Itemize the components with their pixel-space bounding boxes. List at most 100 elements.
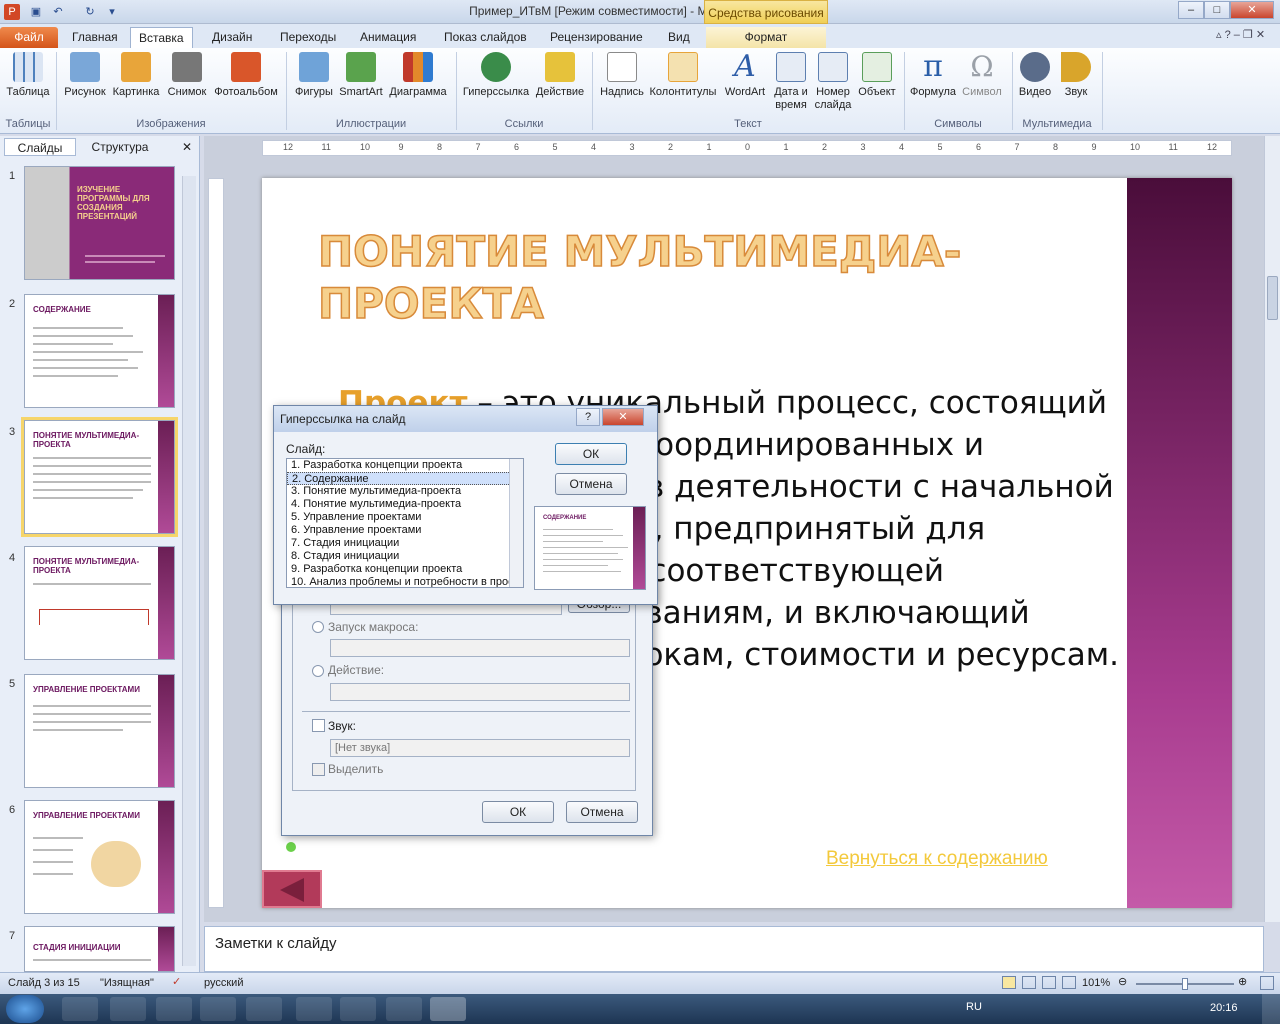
video-button[interactable]: Видео xyxy=(1014,52,1056,99)
dialog-close-button[interactable]: ✕ xyxy=(602,408,644,426)
tab-slides[interactable]: Слайды xyxy=(4,138,76,156)
textbox-button[interactable]: Надпись xyxy=(596,52,648,99)
slide-title[interactable]: Понятие мультимедиа-проекта xyxy=(317,226,1078,330)
link-cancel-button[interactable]: Отмена xyxy=(555,473,627,495)
list-item[interactable]: 5. Управление проектами xyxy=(287,511,523,524)
firefox-icon[interactable] xyxy=(200,997,236,1021)
tab-design[interactable]: Дизайн xyxy=(204,27,260,48)
chrome-icon[interactable] xyxy=(246,997,282,1021)
zoom-slider[interactable] xyxy=(1136,978,1234,990)
tab-insert[interactable]: Вставка xyxy=(130,27,193,48)
thumbnail-2[interactable]: СОДЕРЖАНИЕ xyxy=(24,294,175,408)
zoom-level[interactable]: 101% xyxy=(1082,977,1110,989)
normal-view-icon[interactable] xyxy=(1002,976,1016,989)
tab-format[interactable]: Формат xyxy=(706,27,826,48)
thumbnail-7[interactable]: СТАДИЯ ИНИЦИАЦИИ xyxy=(24,926,175,972)
list-item[interactable]: 1. Разработка концепции проекта xyxy=(287,459,523,472)
slide-sorter-icon[interactable] xyxy=(1022,976,1036,989)
tab-transitions[interactable]: Переходы xyxy=(272,27,344,48)
powerpoint-taskbar-icon[interactable] xyxy=(430,997,466,1021)
close-window-button[interactable]: ✕ xyxy=(1230,1,1274,19)
media-player-icon[interactable] xyxy=(156,997,192,1021)
reading-view-icon[interactable] xyxy=(1042,976,1056,989)
list-item[interactable]: 7. Стадия инициации xyxy=(287,537,523,550)
chart-button[interactable]: Диаграмма xyxy=(386,52,450,99)
ribbon-window-controls[interactable]: ▵ ? – ❐ ✕ xyxy=(1216,28,1265,41)
header-footer-button[interactable]: Колонтитулы xyxy=(646,52,720,99)
list-item[interactable]: 6. Управление проектами xyxy=(287,524,523,537)
editor-scrollbar[interactable] xyxy=(1264,136,1280,922)
explorer-icon[interactable] xyxy=(110,997,146,1021)
list-item-selected[interactable]: 2. Содержание xyxy=(287,472,523,485)
action-radio[interactable] xyxy=(312,665,324,677)
sound-select[interactable]: [Нет звука] xyxy=(330,739,630,757)
close-panel-icon[interactable]: ✕ xyxy=(178,138,196,156)
thumbnail-5[interactable]: УПРАВЛЕНИЕ ПРОЕКТАМИ xyxy=(24,674,175,788)
formula-button[interactable]: π Формула xyxy=(908,52,958,99)
link-ok-button[interactable]: ОК xyxy=(555,443,627,465)
zoom-slider-thumb[interactable] xyxy=(1182,978,1188,990)
list-item[interactable]: 3. Понятие мультимедиа-проекта xyxy=(287,485,523,498)
tab-home[interactable]: Главная xyxy=(64,27,126,48)
list-item[interactable]: 9. Разработка концепции проекта xyxy=(287,563,523,576)
picture-button[interactable]: Рисунок xyxy=(62,52,108,99)
macro-select[interactable] xyxy=(330,639,630,657)
slide-list[interactable]: 1. Разработка концепции проекта 2. Содер… xyxy=(286,458,524,588)
thumbnail-3[interactable]: ПОНЯТИЕ МУЛЬТИМЕДИА-ПРОЕКТА xyxy=(21,417,178,537)
object-button[interactable]: Объект xyxy=(854,52,900,99)
tab-file[interactable]: Файл xyxy=(0,27,58,48)
action-button[interactable]: Действие xyxy=(532,52,588,99)
slideshow-icon[interactable] xyxy=(1062,976,1076,989)
hyperlink-button[interactable]: Гиперссылка xyxy=(460,52,532,99)
screenshot-button[interactable]: Снимок xyxy=(164,52,210,99)
run-macro-radio[interactable] xyxy=(312,621,324,633)
start-button[interactable] xyxy=(6,995,44,1023)
highlight-checkbox[interactable] xyxy=(312,763,325,776)
action-ok-button[interactable]: ОК xyxy=(482,801,554,823)
list-item[interactable]: 8. Стадия инициации xyxy=(287,550,523,563)
rotation-handle[interactable] xyxy=(286,842,296,852)
thumbnail-6[interactable]: УПРАВЛЕНИЕ ПРОЕКТАМИ xyxy=(24,800,175,914)
action-cancel-button[interactable]: Отмена xyxy=(566,801,638,823)
sound-checkbox[interactable] xyxy=(312,719,325,732)
tab-outline[interactable]: Структура xyxy=(80,138,160,156)
tab-animation[interactable]: Анимация xyxy=(352,27,424,48)
sound-button[interactable]: Звук xyxy=(1056,52,1096,99)
slide-number-button[interactable]: Номер слайда xyxy=(812,52,854,112)
show-desktop-button[interactable] xyxy=(1262,994,1280,1024)
maximize-button[interactable]: □ xyxy=(1204,1,1230,19)
clock[interactable]: 20:16 xyxy=(1210,1002,1238,1014)
notes-pane[interactable]: Заметки к слайду xyxy=(204,926,1264,972)
list-item[interactable]: 4. Понятие мультимедиа-проекта xyxy=(287,498,523,511)
panel-scrollbar[interactable] xyxy=(182,176,196,966)
action-select[interactable] xyxy=(330,683,630,701)
opera-icon[interactable] xyxy=(296,997,332,1021)
wordart-button[interactable]: A WordArt xyxy=(720,52,770,99)
zoom-in-icon[interactable]: ⊕ xyxy=(1238,975,1247,988)
tab-review[interactable]: Рецензирование xyxy=(542,27,651,48)
symbol-button[interactable]: Ω Символ xyxy=(958,52,1006,99)
return-to-contents-link[interactable]: Вернуться к содержанию xyxy=(826,848,1048,870)
language-indicator[interactable]: русский xyxy=(204,977,243,989)
shapes-button[interactable]: Фигуры xyxy=(290,52,338,99)
smartart-button[interactable]: SmartArt xyxy=(336,52,386,99)
skype-icon[interactable] xyxy=(340,997,376,1021)
input-language[interactable]: RU xyxy=(966,1001,982,1013)
zoom-out-icon[interactable]: ⊖ xyxy=(1118,975,1127,988)
photo-album-button[interactable]: Фотоальбом xyxy=(210,52,282,99)
tab-slideshow[interactable]: Показ слайдов xyxy=(436,27,535,48)
minimize-button[interactable]: – xyxy=(1178,1,1204,19)
thumbnail-4[interactable]: ПОНЯТИЕ МУЛЬТИМЕДИА-ПРОЕКТА xyxy=(24,546,175,660)
thumbnail-1[interactable]: ИЗУЧЕНИЕ ПРОГРАММЫ ДЛЯ СОЗДАНИЯ ПРЕЗЕНТА… xyxy=(24,166,175,280)
datetime-button[interactable]: Дата и время xyxy=(770,52,812,112)
clipart-button[interactable]: Картинка xyxy=(110,52,162,99)
list-item[interactable]: 10. Анализ проблемы и потребности в прое… xyxy=(287,576,523,587)
list-scrollbar[interactable] xyxy=(509,459,523,587)
fit-slide-icon[interactable] xyxy=(1260,976,1274,990)
table-button[interactable]: Таблица xyxy=(4,52,52,99)
tab-view[interactable]: Вид xyxy=(660,27,698,48)
ie-icon[interactable] xyxy=(62,997,98,1021)
dialog-help-button[interactable]: ? xyxy=(576,408,600,426)
scroll-thumb[interactable] xyxy=(1267,276,1278,320)
spellcheck-icon[interactable]: ✓ xyxy=(172,975,181,988)
